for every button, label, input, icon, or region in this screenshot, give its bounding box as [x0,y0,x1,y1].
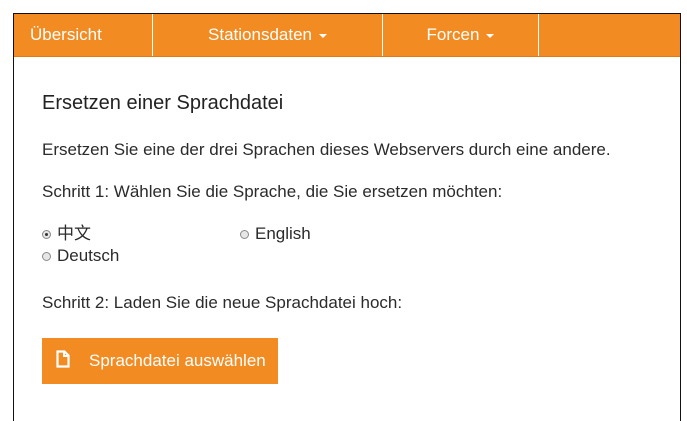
nav-stationsdaten-label: Stationsdaten [208,25,312,44]
radio-button-checked[interactable] [42,229,51,239]
window-frame: Übersicht Stationsdaten Forcen Ersetzen … [13,13,681,421]
choose-language-file-label: Sprachdatei auswählen [89,351,266,370]
nav-uebersicht-label: Übersicht [30,25,102,44]
radio-english-label: English [255,224,311,243]
radio-button[interactable] [42,251,51,261]
main-content: Ersetzen einer Sprachdatei Ersetzen Sie … [14,57,680,384]
caret-down-icon [318,33,327,38]
file-icon [56,349,89,373]
nav-stationsdaten-dropdown[interactable]: Stationsdaten [153,14,383,56]
description-text: Ersetzen Sie eine der drei Sprachen dies… [42,140,611,159]
radio-deutsch-label: Deutsch [57,246,120,265]
step1-label: Schritt 1: Wählen Sie die Sprache, die S… [42,182,503,201]
nav-uebersicht[interactable]: Übersicht [14,14,153,56]
top-navbar: Übersicht Stationsdaten Forcen [14,14,680,57]
radio-chinese[interactable]: 中文 [42,223,91,245]
radio-english[interactable]: English [240,223,311,245]
nav-forcen-dropdown[interactable]: Forcen [383,14,539,56]
language-radio-group: 中文 English Deutsch [42,223,652,267]
nav-forcen-label: Forcen [426,25,480,44]
radio-button[interactable] [240,229,249,239]
radio-chinese-label: 中文 [57,224,91,243]
choose-language-file-button[interactable]: Sprachdatei auswählen [42,338,278,384]
caret-down-icon [486,33,495,38]
step2-label: Schritt 2: Laden Sie die neue Sprachdate… [42,293,403,312]
radio-deutsch[interactable]: Deutsch [42,245,119,267]
page-title: Ersetzen einer Sprachdatei [42,92,284,114]
